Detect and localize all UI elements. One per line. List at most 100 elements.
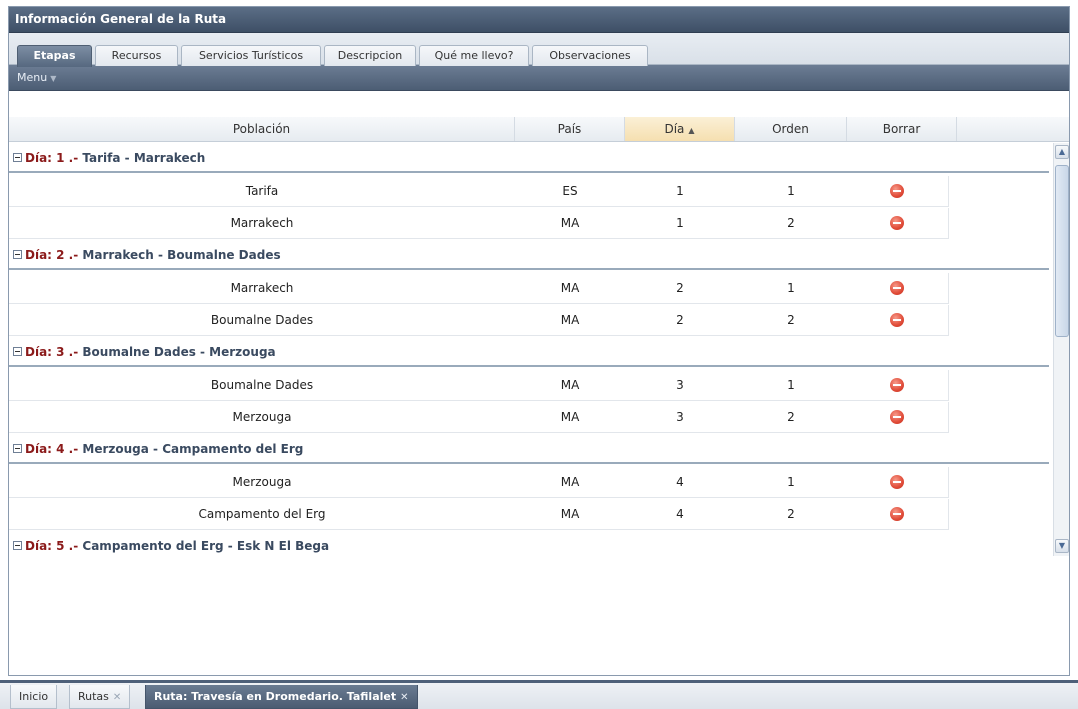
table-row[interactable]: Boumalne Dades MA 2 2: [9, 305, 949, 336]
cell-dia: 1: [676, 184, 684, 198]
cell-poblacion: Marrakech: [230, 281, 294, 295]
column-header-poblacion[interactable]: Población: [9, 117, 515, 141]
menu-label: Menu: [17, 71, 48, 84]
collapse-icon[interactable]: [13, 541, 22, 550]
scroll-down-icon[interactable]: ▼: [1055, 539, 1069, 553]
cell-poblacion: Merzouga: [232, 475, 292, 489]
table-row[interactable]: Marrakech MA 1 2: [9, 208, 949, 239]
collapse-icon[interactable]: [13, 347, 22, 356]
cell-dia: 1: [676, 216, 684, 230]
delete-icon[interactable]: [890, 378, 904, 392]
grid-toolbar: Menu ▼: [9, 65, 1069, 91]
group-header[interactable]: Día: 5 .- Campamento del Erg - Esk N El …: [9, 531, 1049, 556]
cell-orden: 1: [787, 281, 795, 295]
group-header[interactable]: Día: 2 .- Marrakech - Boumalne Dades: [9, 240, 1049, 270]
table-row[interactable]: Marrakech MA 2 1: [9, 273, 949, 304]
tab-descripcion[interactable]: Descripcion: [324, 45, 416, 66]
cell-poblacion: Marrakech: [230, 216, 294, 230]
tab-servicios-turisticos[interactable]: Servicios Turísticos: [181, 45, 321, 66]
cell-dia: 3: [676, 410, 684, 424]
cell-borrar: [847, 176, 947, 206]
close-icon[interactable]: ✕: [400, 692, 408, 703]
column-header-dia-label: Día: [664, 122, 685, 136]
cell-orden: 2: [787, 507, 795, 521]
delete-icon[interactable]: [890, 475, 904, 489]
scroll-up-icon[interactable]: ▲: [1055, 145, 1069, 159]
table-row[interactable]: Campamento del Erg MA 4 2: [9, 499, 949, 530]
cell-poblacion: Tarifa: [245, 184, 279, 198]
cell-borrar: [847, 305, 947, 335]
group-day-label: Día: 2 .-: [25, 248, 83, 262]
group-route-label: Merzouga - Campamento del Erg: [82, 442, 304, 456]
column-header-dia[interactable]: Día ▲: [625, 117, 735, 141]
tab-que-me-llevo[interactable]: Qué me llevo?: [419, 45, 529, 66]
menu-button[interactable]: Menu ▼: [17, 71, 56, 84]
group-header[interactable]: Día: 3 .- Boumalne Dades - Merzouga: [9, 337, 1049, 367]
cell-poblacion: Boumalne Dades: [210, 378, 314, 392]
delete-icon[interactable]: [890, 184, 904, 198]
collapse-icon[interactable]: [13, 250, 22, 259]
tab-strip: Etapas Recursos Servicios Turísticos Des…: [9, 33, 1069, 67]
panel-title: Información General de la Ruta: [9, 7, 1069, 33]
collapse-icon[interactable]: [13, 153, 22, 162]
group-header[interactable]: Día: 4 .- Merzouga - Campamento del Erg: [9, 434, 1049, 464]
delete-icon[interactable]: [890, 281, 904, 295]
group-day-label: Día: 3 .-: [25, 345, 83, 359]
tab-recursos[interactable]: Recursos: [95, 45, 178, 66]
table-row[interactable]: Tarifa ES 1 1: [9, 176, 949, 207]
table-row[interactable]: Merzouga MA 4 1: [9, 467, 949, 498]
group-day-label: Día: 5 .-: [25, 539, 83, 553]
sort-ascending-icon: ▲: [688, 126, 695, 135]
cell-pais: MA: [560, 378, 580, 392]
column-header-borrar[interactable]: Borrar: [847, 117, 957, 141]
column-header-pais[interactable]: País: [515, 117, 625, 141]
delete-icon[interactable]: [890, 410, 904, 424]
table-row[interactable]: Boumalne Dades MA 3 1: [9, 370, 949, 401]
group-day-label: Día: 4 .-: [25, 442, 83, 456]
tab-observaciones[interactable]: Observaciones: [532, 45, 648, 66]
group-header[interactable]: Día: 1 .- Tarifa - Marrakech: [9, 143, 1049, 173]
delete-icon[interactable]: [890, 313, 904, 327]
group-route-label: Boumalne Dades - Merzouga: [82, 345, 276, 359]
grid-body: Día: 1 .- Tarifa - Marrakech Tarifa ES 1 1 Ma…: [9, 143, 1049, 556]
column-header-orden[interactable]: Orden: [735, 117, 847, 141]
collapse-icon[interactable]: [13, 444, 22, 453]
group-route-label: Tarifa - Marrakech: [82, 151, 206, 165]
bottom-tab-ruta-label: Ruta: Travesía en Dromedario. Tafilalet: [154, 690, 397, 703]
cell-orden: 1: [787, 184, 795, 198]
cell-pais: MA: [560, 475, 580, 489]
cell-dia: 3: [676, 378, 684, 392]
cell-borrar: [847, 499, 947, 529]
cell-dia: 2: [676, 281, 684, 295]
cell-poblacion: Boumalne Dades: [210, 313, 314, 327]
cell-orden: 1: [787, 378, 795, 392]
cell-borrar: [847, 273, 947, 303]
table-row[interactable]: Merzouga MA 3 2: [9, 402, 949, 433]
group-day-label: Día: 1 .-: [25, 151, 83, 165]
group-route-label: Marrakech - Boumalne Dades: [82, 248, 281, 262]
scroll-thumb[interactable]: [1055, 165, 1069, 337]
cell-poblacion: Campamento del Erg: [198, 507, 326, 521]
bottom-tab-inicio[interactable]: Inicio: [10, 685, 58, 709]
cell-dia: 4: [676, 507, 684, 521]
route-info-panel: Información General de la Ruta Etapas Re…: [8, 6, 1070, 676]
bottom-tab-rutas[interactable]: Rutas ✕: [69, 685, 131, 709]
cell-borrar: [847, 208, 947, 238]
grid-header: Población País Día ▲ Orden Borrar: [9, 117, 1069, 142]
cell-pais: MA: [560, 281, 580, 295]
vertical-scrollbar[interactable]: ▲ ▼: [1053, 143, 1069, 556]
close-icon[interactable]: ✕: [113, 692, 121, 703]
cell-pais: MA: [560, 507, 580, 521]
delete-icon[interactable]: [890, 507, 904, 521]
cell-poblacion: Merzouga: [232, 410, 292, 424]
cell-dia: 4: [676, 475, 684, 489]
cell-orden: 1: [787, 475, 795, 489]
cell-orden: 2: [787, 313, 795, 327]
delete-icon[interactable]: [890, 216, 904, 230]
cell-orden: 2: [787, 410, 795, 424]
tab-etapas[interactable]: Etapas: [17, 45, 92, 67]
cell-pais: ES: [562, 184, 578, 198]
cell-orden: 2: [787, 216, 795, 230]
bottom-tab-ruta-travesia[interactable]: Ruta: Travesía en Dromedario. Tafilalet ✕: [145, 685, 418, 709]
cell-borrar: [847, 402, 947, 432]
